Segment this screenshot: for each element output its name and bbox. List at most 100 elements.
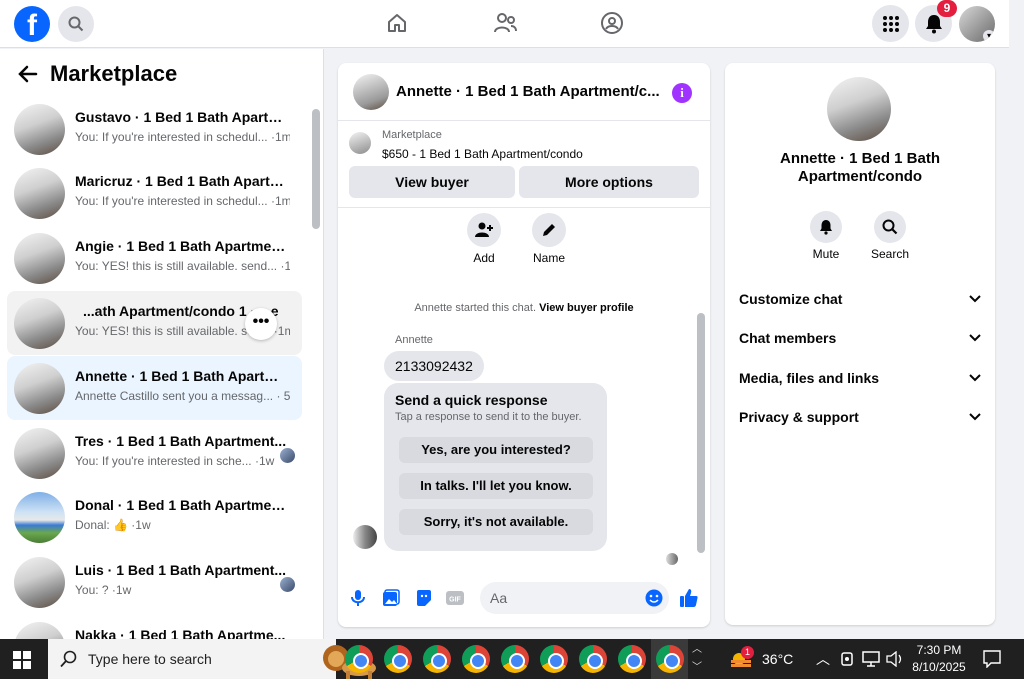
emoji-button[interactable] [644,588,664,608]
quick-response-subtitle: Tap a response to send it to the buyer. [395,411,582,423]
listing-thumbnail [14,428,65,479]
add-person-icon [475,222,493,237]
listing-price-title[interactable]: $650 - 1 Bed 1 Bath Apartment/condo [382,147,583,161]
attach-photo-button[interactable] [381,588,401,608]
chrome-app-icon[interactable] [462,645,490,673]
more-options-button[interactable]: ••• [245,308,277,340]
chevron-down-icon [969,374,981,382]
listing-thumbnail [14,298,65,349]
view-buyer-profile-link[interactable]: View buyer profile [539,302,634,314]
search-button[interactable] [58,6,94,42]
taskbar-search-box[interactable]: Type here to search [48,639,376,679]
weather-badge: 1 [741,646,754,659]
customize-chat-section[interactable]: Customize chat [739,289,981,309]
voice-clip-button[interactable] [348,588,368,608]
chrome-app-icon[interactable] [345,645,373,673]
chat-name-line-2: Apartment/condo [797,168,923,185]
mute-label: Mute [812,247,840,261]
page-scrollbar[interactable] [1009,0,1024,639]
windows-logo-icon [13,651,31,669]
chat-avatar[interactable] [353,74,389,110]
listing-avatar[interactable] [827,77,891,141]
chrome-app-icon[interactable] [384,645,412,673]
meet-now-icon[interactable] [840,651,854,667]
start-button[interactable] [13,651,31,674]
conversation-item[interactable]: Angie · 1 Bed 1 Bath Apartment/... You: … [7,226,302,290]
taskbar-scroll-arrows[interactable]: ︿ ﹀ [690,641,704,677]
back-arrow-icon[interactable] [18,65,38,83]
sender-name: Annette [395,334,433,346]
quick-response-option[interactable]: Sorry, it's not available. [399,509,593,535]
view-buyer-button[interactable]: View buyer [349,166,515,198]
search-icon [60,650,77,668]
chat-scrollbar[interactable] [697,313,705,553]
conversation-item[interactable]: Nakka · 1 Bed 1 Bath Apartme... [7,615,302,639]
conversation-preview: You: ? ·1w [75,583,132,597]
chat-details-name: Annette · 1 Bed 1 Bath Apartment/condo [745,150,975,186]
name-chat-action[interactable]: Name [519,213,579,265]
quick-response-card: Send a quick response Tap a response to … [384,383,607,551]
groups-icon [601,12,623,34]
search-action[interactable]: Search [860,211,920,261]
weather-widget[interactable]: 1 [729,646,754,674]
sender-avatar [353,525,377,549]
chrome-app-icon[interactable] [423,645,451,673]
media-files-links-section[interactable]: Media, files and links [739,368,981,388]
conversation-preview: You: If you're interested in schedul... … [75,130,290,144]
facebook-logo[interactable]: f [14,6,50,42]
chrome-app-icon-active[interactable] [656,645,684,673]
more-options-button[interactable]: More options [519,166,699,198]
listing-thumbnail [14,168,65,219]
volume-icon[interactable] [886,651,904,667]
add-people-action[interactable]: Add [454,213,514,265]
read-receipt-avatar [280,577,295,592]
conversation-preview: You: If you're interested in schedul... … [75,194,290,208]
conversation-name: Tres · 1 Bed 1 Bath Apartment... [75,433,287,449]
chevron-up-icon[interactable]: ︿ [816,649,830,669]
network-icon[interactable] [862,651,880,667]
conversation-item[interactable]: Gustavo · 1 Bed 1 Bath Apartme... You: I… [7,97,302,161]
gif-button[interactable]: GIF [445,588,465,608]
clock-time: 7:30 PM [916,643,962,657]
account-avatar[interactable]: ▾ [959,6,995,42]
mute-action[interactable]: Mute [796,211,856,261]
privacy-support-section[interactable]: Privacy & support [739,407,981,427]
message-bubble[interactable]: 2133092432 [384,351,484,381]
chevron-down-icon [969,334,981,342]
sticker-button[interactable] [414,588,434,608]
quick-response-option[interactable]: Yes, are you interested? [399,437,593,463]
chrome-app-icon[interactable] [579,645,607,673]
home-tab[interactable] [384,10,410,36]
message-composer: GIF [338,578,710,618]
friends-tab[interactable] [492,10,518,36]
weather-temperature: 36°C [762,651,794,667]
search-icon [68,16,84,32]
conversation-item[interactable]: Maricruz · 1 Bed 1 Bath Apartme... You: … [7,161,302,225]
conversation-name: Angie · 1 Bed 1 Bath Apartment/... [75,238,290,254]
listing-thumbnail [14,622,65,639]
like-button[interactable] [679,588,699,608]
conversation-item[interactable]: Tres · 1 Bed 1 Bath Apartment... You: If… [7,421,302,485]
conversation-item[interactable]: Luis · 1 Bed 1 Bath Apartment... You: ? … [7,550,302,614]
chrome-app-icon[interactable] [540,645,568,673]
conversation-item[interactable]: ...ath Apartment/condo 1 · ...e You: YES… [7,291,302,355]
quick-response-option[interactable]: In talks. I'll let you know. [399,473,593,499]
sidebar-scrollbar[interactable] [312,109,320,229]
message-input[interactable] [480,582,669,614]
chat-details-panel: Annette · 1 Bed 1 Bath Apartment/condo M… [725,63,995,625]
sidebar-header: Marketplace [18,61,177,87]
chat-members-section[interactable]: Chat members [739,328,981,348]
conversation-name: Gustavo · 1 Bed 1 Bath Apartme... [75,109,290,125]
notification-center-icon[interactable] [983,650,1001,668]
conversation-item-selected[interactable]: Annette · 1 Bed 1 Bath Apartme... Annett… [7,356,302,420]
conversation-item[interactable]: Donal · 1 Bed 1 Bath Apartment/... Donal… [7,485,302,549]
chrome-app-icon[interactable] [618,645,646,673]
taskbar-clock[interactable]: 7:30 PM 8/10/2025 [906,642,972,676]
listing-thumbnail [14,233,65,284]
menu-button[interactable] [872,5,909,42]
listing-source: Marketplace [382,129,442,141]
chat-title[interactable]: Annette · 1 Bed 1 Bath Apartment/c... [396,83,661,100]
chrome-app-icon[interactable] [501,645,529,673]
info-icon[interactable]: i [672,83,692,103]
groups-tab[interactable] [599,10,625,36]
